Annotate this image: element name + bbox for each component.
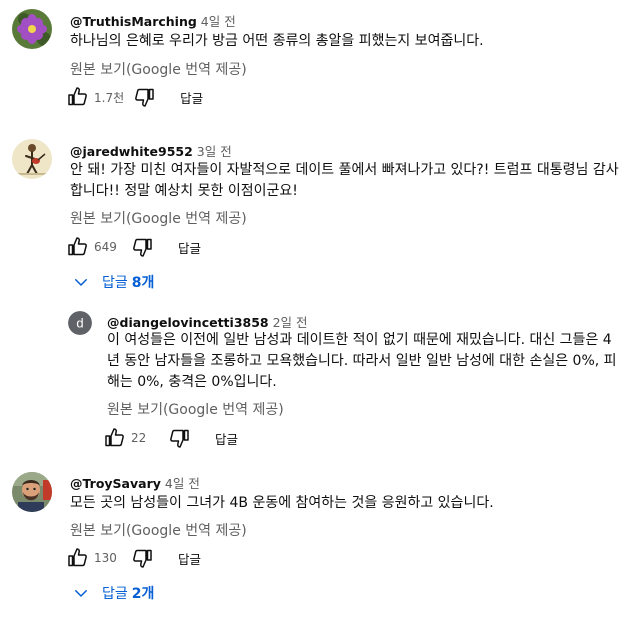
replies-label: 답글 bbox=[102, 586, 128, 602]
like-icon[interactable] bbox=[66, 235, 90, 259]
comment-text: 안 돼! 가장 미친 여자들이 자발적으로 데이트 풀에서 빠져나가고 있다?!… bbox=[70, 162, 619, 199]
like-count: 130 bbox=[94, 551, 117, 565]
reply-button[interactable]: 답글 bbox=[178, 238, 201, 257]
chevron-down-icon bbox=[75, 590, 87, 597]
reply-button[interactable]: 답글 bbox=[178, 549, 201, 568]
show-replies-button[interactable]: 답글 2개 bbox=[72, 582, 154, 604]
comment-actions: 22 답글 bbox=[103, 426, 238, 450]
replies-count: 2개 bbox=[131, 586, 155, 602]
comment-meta: @diangelovincetti3858 2일 전 bbox=[107, 312, 308, 331]
comment-meta: @TroySavary 4일 전 bbox=[70, 473, 200, 492]
like-count: 649 bbox=[94, 240, 117, 254]
show-original-link[interactable]: 원본 보기(Google 번역 제공) bbox=[70, 208, 247, 228]
dislike-icon[interactable] bbox=[167, 426, 191, 450]
show-original-link[interactable]: 원본 보기(Google 번역 제공) bbox=[70, 59, 247, 79]
comment-timestamp[interactable]: 3일 전 bbox=[197, 144, 232, 159]
show-original-link[interactable]: 원본 보기(Google 번역 제공) bbox=[70, 520, 247, 540]
like-icon[interactable] bbox=[103, 426, 127, 450]
replies-label: 답글 bbox=[102, 275, 128, 291]
like-icon[interactable] bbox=[66, 85, 90, 109]
show-original-link[interactable]: 원본 보기(Google 번역 제공) bbox=[107, 399, 284, 419]
letter-d-avatar-icon[interactable]: d bbox=[68, 311, 92, 335]
comment-text: 모든 곳의 남성들이 그녀가 4B 운동에 참여하는 것을 응원하고 있습니다. bbox=[70, 495, 494, 511]
comment-meta: @jaredwhite9552 3일 전 bbox=[70, 141, 232, 160]
comment-timestamp[interactable]: 2일 전 bbox=[273, 315, 308, 330]
comment-text: 하나님의 은혜로 우리가 방금 어떤 종류의 총알을 피했는지 보여줍니다. bbox=[70, 33, 484, 49]
purple-flower-avatar-icon[interactable] bbox=[12, 9, 52, 49]
guitar-player-avatar-icon[interactable] bbox=[12, 139, 52, 179]
like-icon[interactable] bbox=[66, 546, 90, 570]
chevron-down-icon bbox=[75, 279, 87, 286]
comment-actions: 130 답글 bbox=[66, 546, 201, 570]
bearded-man-avatar-icon[interactable] bbox=[12, 472, 52, 512]
comment-actions: 1.7천 답글 bbox=[66, 85, 203, 109]
like-count: 1.7천 bbox=[94, 90, 125, 105]
replies-count: 8개 bbox=[131, 275, 155, 291]
dislike-icon[interactable] bbox=[130, 235, 154, 259]
dislike-icon[interactable] bbox=[132, 85, 156, 109]
avatar-letter: d bbox=[76, 316, 83, 331]
comment-author[interactable]: @diangelovincetti3858 bbox=[107, 315, 269, 330]
comment-actions: 649 답글 bbox=[66, 235, 201, 259]
show-replies-button[interactable]: 답글 8개 bbox=[72, 271, 154, 293]
comment-author[interactable]: @jaredwhite9552 bbox=[70, 144, 193, 159]
dislike-icon[interactable] bbox=[130, 546, 154, 570]
reply-button[interactable]: 답글 bbox=[215, 429, 238, 448]
like-count: 22 bbox=[131, 431, 147, 445]
comment-timestamp[interactable]: 4일 전 bbox=[165, 476, 200, 491]
comment-author[interactable]: @TruthisMarching bbox=[70, 14, 197, 29]
comment-author[interactable]: @TroySavary bbox=[70, 476, 161, 491]
reply-button[interactable]: 답글 bbox=[180, 88, 203, 107]
comment-timestamp[interactable]: 4일 전 bbox=[201, 14, 236, 29]
comment-text: 이 여성들은 이전에 일반 남성과 데이트한 적이 없기 때문에 재밌습니다. … bbox=[107, 332, 617, 390]
comment-meta: @TruthisMarching 4일 전 bbox=[70, 11, 236, 30]
